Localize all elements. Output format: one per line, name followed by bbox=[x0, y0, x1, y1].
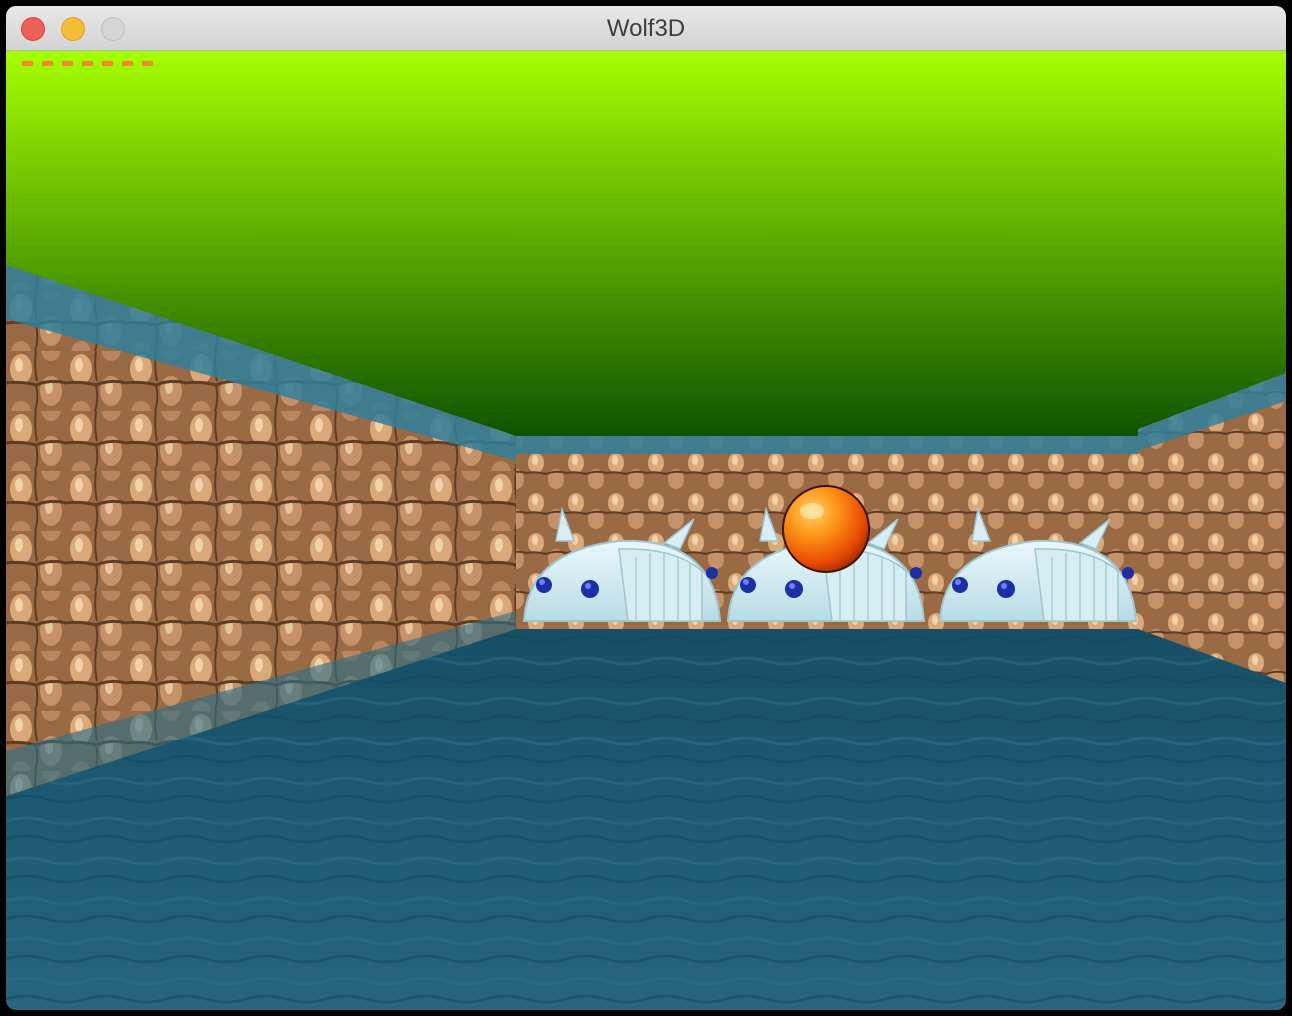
hud-dash bbox=[122, 61, 133, 66]
orange-ball[interactable] bbox=[782, 485, 870, 573]
game-scene bbox=[6, 51, 1286, 1010]
back-wall-trim bbox=[516, 436, 1138, 454]
hud-dash bbox=[102, 61, 113, 66]
game-viewport[interactable] bbox=[6, 51, 1286, 1010]
game-window: Wolf3D bbox=[6, 6, 1286, 1010]
hud-dash bbox=[142, 61, 153, 66]
hud-dash bbox=[42, 61, 53, 66]
hud-dash bbox=[22, 61, 33, 66]
window-title: Wolf3D bbox=[606, 15, 686, 42]
hud-dash bbox=[62, 61, 73, 66]
hud-dash bbox=[82, 61, 93, 66]
hud-indicator bbox=[22, 61, 162, 66]
title-bar[interactable]: Wolf3D bbox=[6, 6, 1286, 51]
